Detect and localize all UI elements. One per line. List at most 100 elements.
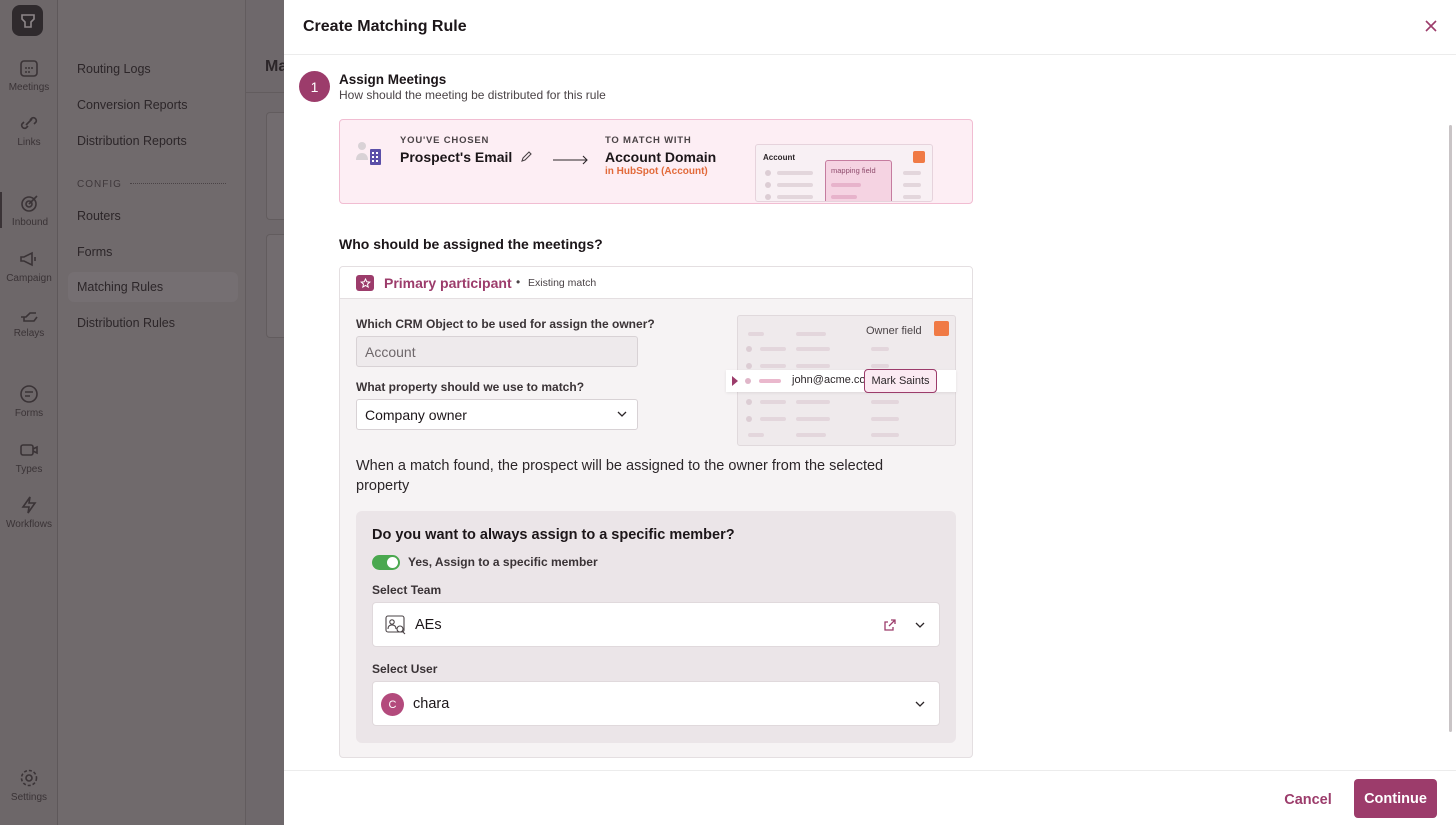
preview-title: Account [763, 153, 795, 162]
rail-label: Inbound [11, 217, 49, 228]
cancel-button[interactable]: Cancel [1274, 783, 1342, 817]
user-select[interactable]: C chara [372, 681, 940, 726]
participant-name: Primary participant [384, 275, 512, 291]
rail-label: Campaign [6, 273, 52, 284]
rail-settings[interactable]: Settings [0, 767, 58, 803]
subnav-item-forms[interactable]: Forms [77, 245, 112, 259]
scrollbar[interactable] [1449, 125, 1452, 732]
continue-button[interactable]: Continue [1354, 779, 1437, 818]
chosen-value: Prospect's Email [400, 149, 513, 165]
team-select[interactable]: AEs [372, 602, 940, 647]
divider [246, 92, 284, 93]
play-icon [732, 376, 738, 386]
rail-inbound[interactable]: Inbound [0, 192, 58, 228]
chosen-label: YOU'VE CHOSEN [400, 135, 490, 146]
target-icon [21, 195, 38, 212]
drawer-title: Create Matching Rule [303, 18, 467, 35]
separator-bullet: • [516, 275, 521, 289]
main-background: Ma [246, 0, 287, 825]
subnav-section-config: CONFIG [77, 179, 122, 190]
account-mapping-preview: Account mapping field [755, 144, 933, 202]
toggle-label: Yes, Assign to a specific member [408, 555, 598, 569]
mapping-field-highlight: mapping field [825, 160, 892, 201]
subnav-item-distribution-rules[interactable]: Distribution Rules [77, 316, 175, 330]
crm-object-value: Account [365, 343, 416, 360]
step-number-badge: 1 [299, 71, 330, 102]
rail-workflows[interactable]: Workflows [0, 494, 58, 530]
property-value: Company owner [365, 406, 467, 423]
team-value: AEs [415, 617, 442, 633]
app-logo[interactable] [12, 5, 43, 36]
arrow-right-icon [553, 155, 588, 165]
crm-object-label: Which CRM Object to be used for assign t… [356, 317, 655, 331]
drawer-footer: Cancel Continue [284, 770, 1456, 825]
team-search-icon [385, 615, 406, 635]
create-matching-rule-drawer: Create Matching Rule 1 Assign Meetings H… [284, 0, 1456, 825]
assign-specific-toggle[interactable] [372, 555, 400, 570]
preview-owner-chip: Mark Saints [864, 369, 937, 393]
rail-campaign[interactable]: Campaign [0, 248, 58, 284]
logo-icon [20, 13, 35, 28]
match-label: TO MATCH WITH [605, 135, 692, 146]
rail-links[interactable]: Links [0, 112, 58, 148]
chevron-down-icon [617, 411, 627, 417]
drawer-header: Create Matching Rule [284, 0, 1456, 55]
bg-card [266, 112, 284, 220]
rail-forms[interactable]: Forms [0, 383, 58, 419]
calendar-icon [20, 60, 38, 77]
inbound-subnav: Routing Logs Conversion Reports Distribu… [58, 0, 246, 825]
subnav-item-routing-logs[interactable]: Routing Logs [77, 62, 151, 76]
rail-label: Types [15, 464, 43, 475]
assignment-question: Who should be assigned the meetings? [339, 236, 603, 252]
crm-object-field: Account [356, 336, 638, 367]
subnav-item-distribution-reports[interactable]: Distribution Reports [77, 134, 187, 148]
rail-relays[interactable]: Relays [0, 303, 58, 339]
step-subtitle: How should the meeting be distributed fo… [339, 88, 606, 102]
hubspot-icon [913, 151, 925, 163]
matching-summary-card: YOU'VE CHOSEN Prospect's Email TO MATCH … [339, 119, 973, 204]
team-label: Select Team [372, 583, 442, 597]
rail-label: Relays [13, 328, 45, 339]
rail-label: Meetings [8, 82, 50, 93]
megaphone-icon [20, 251, 36, 267]
rail-types[interactable]: Types [0, 439, 58, 475]
gear-icon [20, 769, 38, 787]
lightning-icon [21, 496, 37, 514]
subnav-item-conversion-reports[interactable]: Conversion Reports [77, 98, 187, 112]
specific-member-question: Do you want to always assign to a specif… [372, 527, 735, 543]
preview-field-label: mapping field [831, 166, 876, 175]
edit-pencil-icon[interactable] [520, 150, 533, 163]
specific-member-panel: Do you want to always assign to a specif… [356, 511, 956, 743]
user-value: chara [413, 696, 450, 712]
rail-label: Settings [10, 792, 48, 803]
person-building-icon [356, 142, 381, 165]
rail-label: Workflows [6, 519, 52, 530]
subnav-item-matching-rules[interactable]: Matching Rules [77, 280, 163, 294]
user-label: Select User [372, 662, 438, 676]
subnav-item-routers[interactable]: Routers [77, 209, 121, 223]
preview-owner-field-label: Owner field [866, 325, 922, 337]
toggle-knob [387, 557, 398, 568]
participant-header: Primary participant • Existing match [340, 267, 972, 299]
form-icon [20, 385, 38, 403]
close-icon[interactable] [1424, 19, 1438, 33]
external-link-icon[interactable] [883, 618, 897, 632]
primary-participant-card: Primary participant • Existing match Whi… [339, 266, 973, 758]
relay-hand-icon [21, 312, 38, 322]
participant-status: Existing match [528, 277, 597, 289]
rail-label: Links [17, 137, 41, 148]
owner-preview-row: john@acme.co Mark Saints [726, 369, 956, 393]
avatar: C [381, 693, 404, 716]
preview-email: john@acme.co [792, 374, 866, 386]
chevron-down-icon [915, 701, 925, 707]
match-source: in HubSpot (Account) [605, 166, 708, 177]
rail-meetings[interactable]: Meetings [0, 57, 58, 93]
chevron-down-icon [915, 622, 925, 628]
hubspot-icon [934, 321, 949, 336]
app-rail: Meetings Links Inbound Campaign Relays F… [0, 0, 58, 825]
star-icon [356, 275, 374, 291]
bg-card [266, 234, 284, 338]
match-value: Account Domain [605, 149, 717, 165]
property-select[interactable]: Company owner [356, 399, 638, 430]
link-icon [20, 116, 38, 130]
